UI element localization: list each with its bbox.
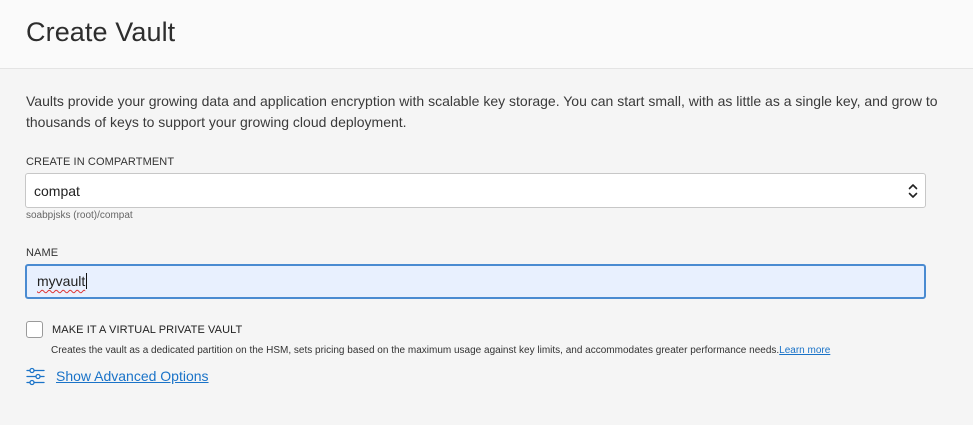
chevron-up-down-icon	[908, 184, 918, 198]
compartment-select[interactable]: compat	[25, 173, 926, 208]
vault-description: Vaults provide your growing data and app…	[26, 93, 938, 130]
page-header: Create Vault	[0, 0, 973, 69]
name-label: NAME	[26, 247, 59, 259]
compartment-path-hint: soabpjsks (root)/compat	[26, 210, 133, 221]
learn-more-link[interactable]: Learn more	[779, 345, 830, 356]
vpv-description-text: Creates the vault as a dedicated partiti…	[51, 345, 780, 356]
vault-name-input[interactable]: myvault	[25, 264, 926, 299]
virtual-private-vault-description: Creates the vault as a dedicated partiti…	[51, 345, 830, 356]
page-title: Create Vault	[26, 17, 176, 47]
show-advanced-options-link[interactable]: Show Advanced Options	[56, 368, 209, 384]
compartment-label: CREATE IN COMPARTMENT	[26, 156, 175, 168]
vault-name-value: myvault	[37, 273, 86, 289]
virtual-private-vault-checkbox[interactable]	[26, 321, 43, 338]
sliders-icon[interactable]	[26, 367, 45, 386]
text-caret	[86, 273, 88, 289]
virtual-private-vault-label: MAKE IT A VIRTUAL PRIVATE VAULT	[52, 324, 243, 336]
compartment-selected-value: compat	[34, 183, 80, 199]
